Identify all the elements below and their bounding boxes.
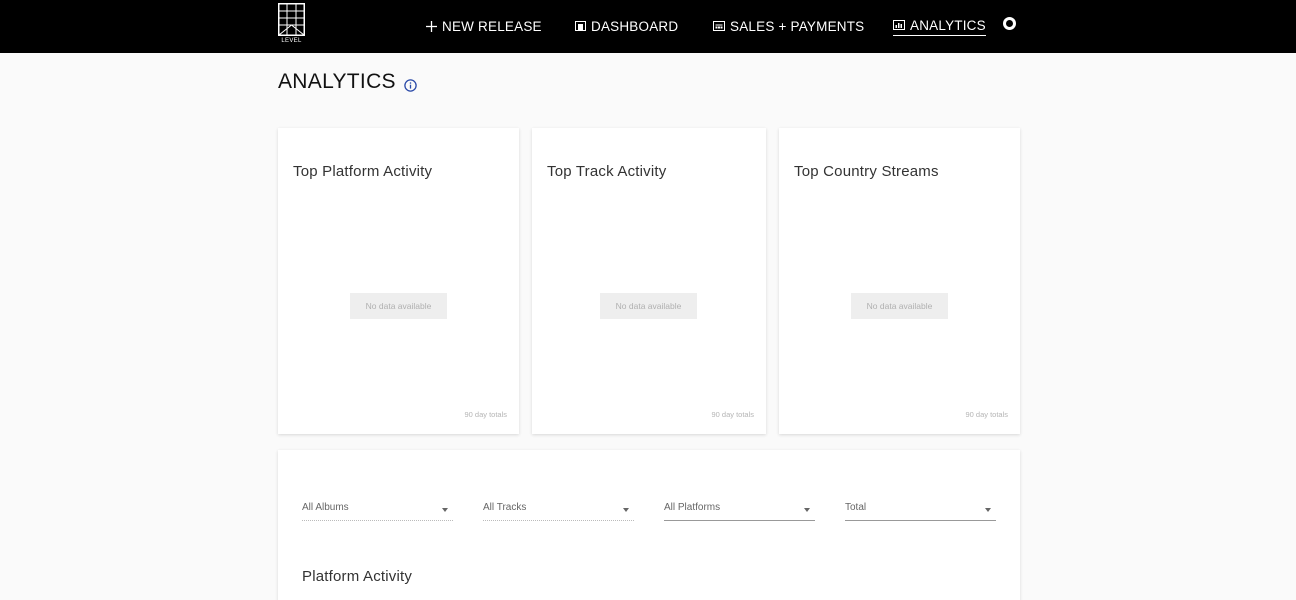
- nav-analytics-label: ANALYTICS: [910, 17, 986, 33]
- no-data-message: No data available: [600, 293, 697, 319]
- platform-activity-title: Platform Activity: [302, 568, 413, 585]
- top-country-streams-card: Top Country Streams No data available 90…: [779, 128, 1020, 434]
- metric-filter-select[interactable]: Total: [845, 499, 996, 521]
- card-footer-note: 90 day totals: [965, 410, 1008, 419]
- account-icon[interactable]: [1003, 17, 1016, 30]
- album-filter-select[interactable]: All Albums: [302, 499, 453, 521]
- card-title: Top Country Streams: [794, 163, 939, 180]
- top-platform-activity-card: Top Platform Activity No data available …: [278, 128, 519, 434]
- page-header: ANALYTICS: [278, 70, 417, 94]
- top-navigation-bar: LEVEL NEW RELEASE DASHBOARD SALES + PAYM…: [0, 0, 1296, 53]
- no-data-message: No data available: [350, 293, 447, 319]
- album-filter-value: All Albums: [302, 502, 349, 513]
- card-title: Top Track Activity: [547, 163, 667, 180]
- nav-sales-payments[interactable]: SALES + PAYMENTS: [713, 16, 864, 36]
- nav-dashboard-label: DASHBOARD: [591, 18, 679, 34]
- dropdown-caret-icon: [985, 508, 991, 512]
- sales-icon: [713, 21, 725, 31]
- platform-filter-select[interactable]: All Platforms: [664, 499, 815, 521]
- card-title: Top Platform Activity: [293, 163, 433, 180]
- no-data-message: No data available: [851, 293, 948, 319]
- dropdown-caret-icon: [804, 508, 810, 512]
- logo-text: LEVEL: [281, 38, 302, 44]
- level-logo-icon: [278, 3, 305, 36]
- nav-new-release-label: NEW RELEASE: [442, 18, 542, 34]
- page-title: ANALYTICS: [278, 70, 396, 93]
- analytics-icon: [893, 20, 905, 30]
- metric-filter-value: Total: [845, 502, 867, 513]
- dropdown-caret-icon: [623, 508, 629, 512]
- nav-analytics[interactable]: ANALYTICS: [893, 16, 986, 36]
- nav-sales-payments-label: SALES + PAYMENTS: [730, 18, 865, 34]
- dashboard-icon: [575, 21, 586, 31]
- plus-icon: [426, 20, 437, 32]
- card-footer-note: 90 day totals: [711, 410, 754, 419]
- card-footer-note: 90 day totals: [464, 410, 507, 419]
- track-filter-select[interactable]: All Tracks: [483, 499, 634, 521]
- platform-filter-value: All Platforms: [664, 502, 721, 513]
- info-icon[interactable]: [404, 78, 417, 92]
- top-track-activity-card: Top Track Activity No data available 90 …: [532, 128, 766, 434]
- track-filter-value: All Tracks: [483, 502, 527, 513]
- nav-new-release[interactable]: NEW RELEASE: [426, 16, 542, 36]
- dropdown-caret-icon: [442, 508, 448, 512]
- level-logo[interactable]: LEVEL: [278, 3, 305, 47]
- platform-activity-panel: All Albums All Tracks All Platforms Tota…: [278, 450, 1020, 600]
- nav-dashboard[interactable]: DASHBOARD: [575, 16, 678, 36]
